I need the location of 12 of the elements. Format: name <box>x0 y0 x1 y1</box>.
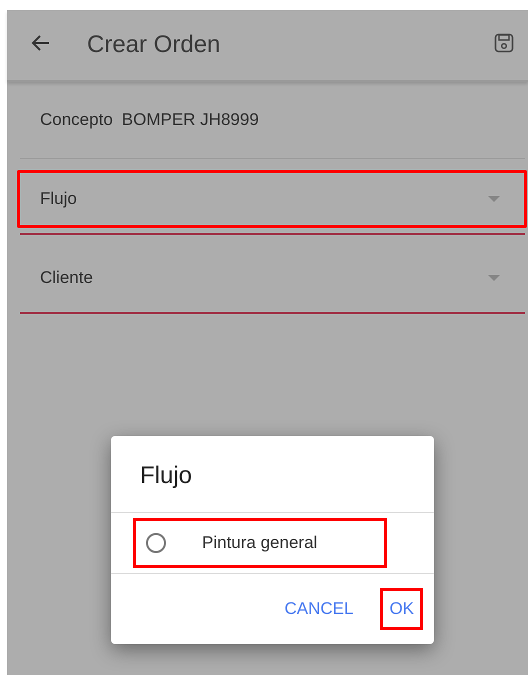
dropdown-caret-icon <box>488 196 500 202</box>
radio-button[interactable] <box>146 533 166 553</box>
concepto-label: Concepto <box>40 110 113 130</box>
screen-title: Crear Orden <box>87 31 222 59</box>
dropdown-caret-icon <box>488 274 500 282</box>
dropdown-field[interactable]: Cliente <box>17 249 527 307</box>
radio-option[interactable]: Pintura general <box>133 518 387 568</box>
concepto-value: BOMPER JH8999 <box>122 110 259 130</box>
dropdown-field[interactable]: Flujo <box>17 170 527 228</box>
dialog-button[interactable]: OK <box>380 588 423 630</box>
dialog-button[interactable]: CANCEL <box>275 588 362 630</box>
dialog-title: Flujo <box>139 461 194 491</box>
